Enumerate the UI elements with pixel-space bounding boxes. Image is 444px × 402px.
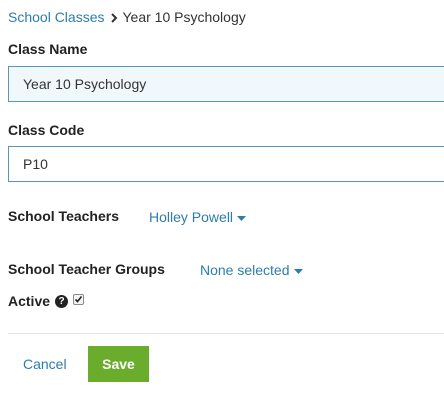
divider (8, 333, 444, 334)
chevron-right-icon (105, 9, 123, 25)
school-teachers-selected: Holley Powell (149, 209, 234, 225)
active-row: Active ? (8, 293, 85, 309)
caret-down-icon (293, 262, 303, 278)
school-teacher-groups-label: School Teacher Groups (8, 261, 165, 277)
class-code-input[interactable] (8, 146, 444, 182)
breadcrumb-current: Year 10 Psychology (122, 9, 246, 25)
class-name-label: Class Name (8, 41, 88, 57)
edit-class-form: School Classes Year 10 Psychology Class … (0, 0, 444, 402)
breadcrumb-school-classes-link[interactable]: School Classes (8, 9, 105, 25)
caret-down-icon (237, 209, 247, 225)
breadcrumb: School Classes Year 10 Psychology (8, 9, 246, 25)
checkmark-icon (74, 295, 83, 303)
school-teachers-dropdown[interactable]: Holley Powell (149, 209, 247, 225)
cancel-button[interactable]: Cancel (23, 356, 67, 372)
school-teachers-label: School Teachers (8, 208, 120, 224)
school-teacher-groups-selected: None selected (200, 262, 290, 278)
save-button[interactable]: Save (88, 346, 149, 382)
help-icon[interactable]: ? (55, 294, 69, 308)
active-label: Active (8, 293, 51, 309)
school-teacher-groups-dropdown[interactable]: None selected (200, 262, 303, 278)
class-name-input[interactable] (8, 66, 444, 102)
active-checkbox[interactable] (73, 293, 85, 305)
class-code-label: Class Code (8, 122, 85, 138)
